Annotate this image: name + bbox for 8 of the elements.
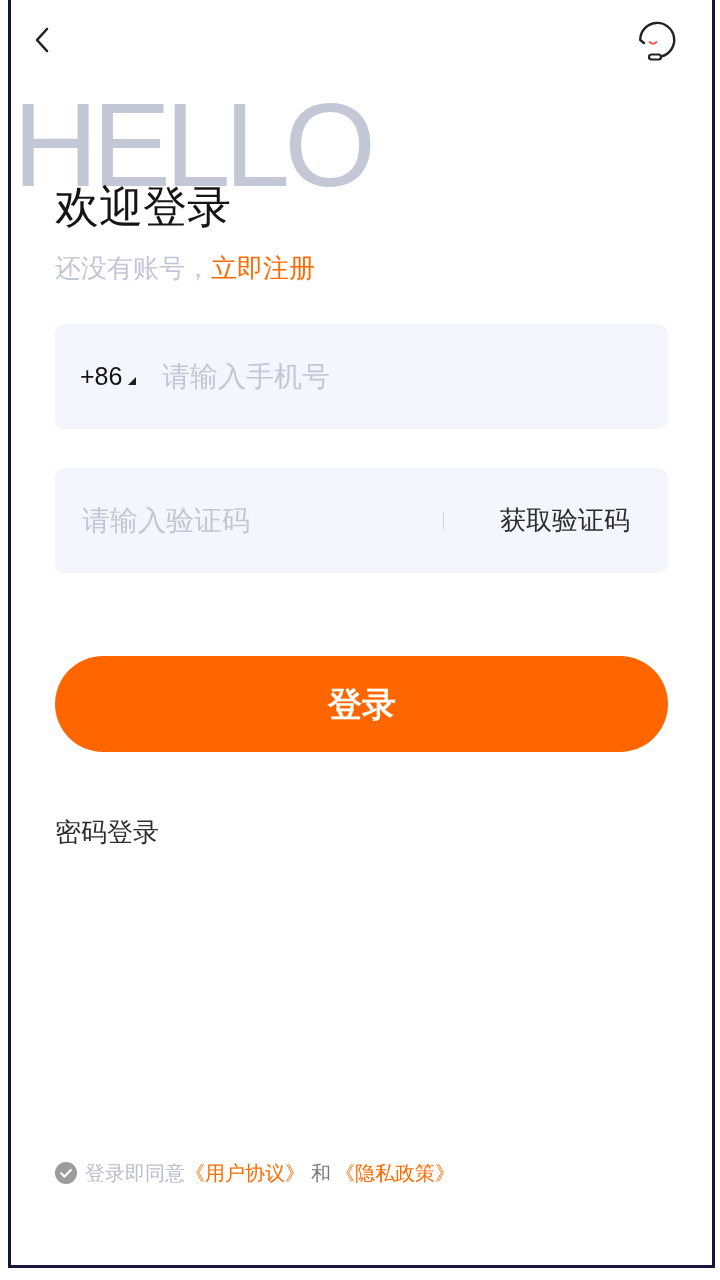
password-login-link[interactable]: 密码登录: [55, 814, 159, 850]
country-code-selector[interactable]: +86: [80, 357, 137, 396]
check-circle-icon[interactable]: [55, 1162, 77, 1184]
register-prompt: 还没有账号，立即注册: [55, 252, 316, 285]
agreement-text: 登录即同意《用户协议》 和 《隐私政策》: [85, 1160, 455, 1187]
caret-icon: [128, 376, 137, 385]
back-icon[interactable]: [34, 27, 50, 53]
get-code-button[interactable]: 获取验证码: [500, 501, 630, 540]
